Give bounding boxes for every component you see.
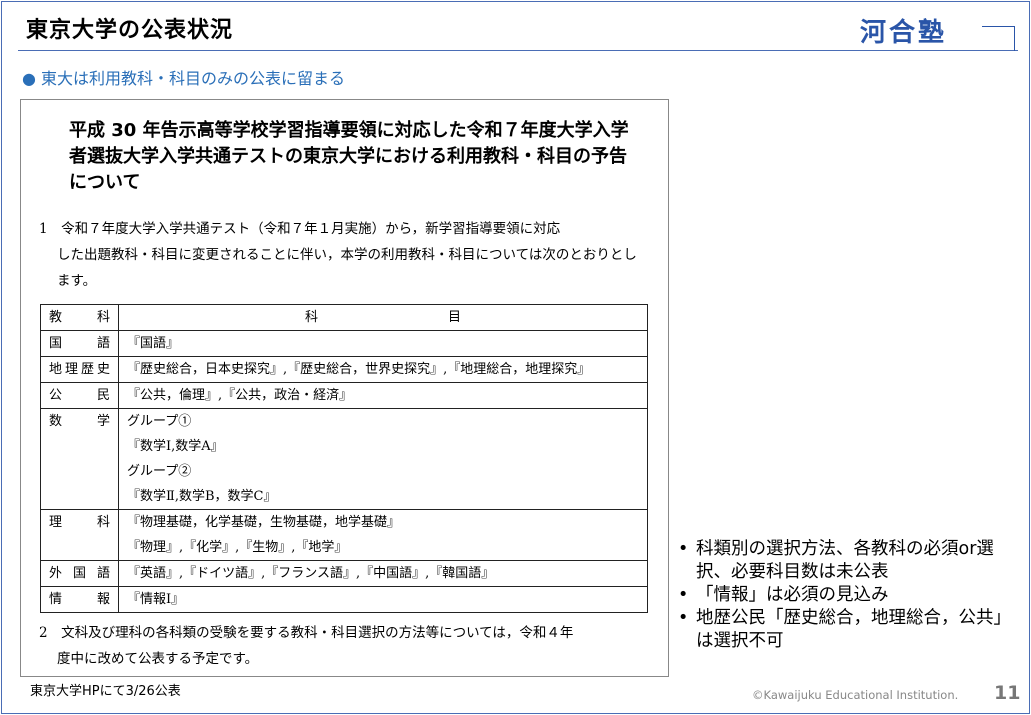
subject-cell: 数学: [40, 408, 119, 510]
note-item: 地歴公民「歴史総合，地理総合，公共」は選択不可: [676, 607, 1026, 653]
courses-cell: グループ① 『数学Ⅰ,数学A』 グループ② 『数学Ⅱ,数学B，数学C』: [118, 408, 648, 510]
copyright: ©Kawaijuku Educational Institution.: [752, 688, 959, 702]
courses-cell: 『情報Ⅰ』: [118, 586, 648, 613]
paragraph-1-head: 1 令和７年度大学入学共通テスト（令和７年１月実施）から，新学習指導要領に対応: [39, 221, 561, 237]
courses-cell: 『物理基礎，化学基礎，生物基礎，地学基礎』 『物理』,『化学』,『生物』,『地学』: [118, 509, 648, 561]
table-row: 数学 グループ① 『数学Ⅰ,数学A』 グループ② 『数学Ⅱ,数学B，数学C』: [40, 408, 648, 510]
subject-cell: 外国語: [40, 560, 119, 587]
document-title: 平成 30 年告示高等学校学習指導要領に対応した令和７年度大学入学者選抜大学入学…: [69, 120, 629, 193]
table-row: 理科 『物理基礎，化学基礎，生物基礎，地学基礎』 『物理』,『化学』,『生物』,『地…: [40, 509, 648, 561]
table-row: 情報 『情報Ⅰ』: [40, 586, 648, 613]
slide-subtitle: ● 東大は利用教科・科目のみの公表に留まる: [22, 69, 346, 88]
paragraph-2: 2 文科及び理科の各科類の受験を要する教科・科目選択の方法等については，令和４年…: [39, 620, 649, 672]
kawaijuku-logo: 河合塾: [860, 18, 948, 48]
subject-cell: 地理歴史: [40, 356, 119, 383]
course-line: 『物理基礎，化学基礎，生物基礎，地学基礎』: [127, 515, 401, 530]
note-item: 科類別の選択方法、各教科の必須or選択、必要科目数は未公表: [676, 538, 1026, 584]
table-row: 地理歴史 『歴史総合，日本史探究』,『歴史総合，世界史探究』,『地理総合，地理探究…: [40, 356, 648, 383]
courses-cell: 『公共，倫理』,『公共，政治・経済』: [118, 382, 648, 409]
paragraph-2-head: 2 文科及び理科の各科類の受験を要する教科・科目選択の方法等については，令和４年: [39, 625, 574, 641]
paragraph-1: 1 令和７年度大学入学共通テスト（令和７年１月実施）から，新学習指導要領に対応し…: [39, 216, 649, 294]
subject-cell: 国語: [40, 330, 119, 357]
courses-cell: 『英語』,『ドイツ語』,『フランス語』,『中国語』,『韓国語』: [118, 560, 648, 587]
document-image: 平成 30 年告示高等学校学習指導要領に対応した令和７年度大学入学者選抜大学入学…: [20, 99, 669, 677]
table-row: 外国語 『英語』,『ドイツ語』,『フランス語』,『中国語』,『韓国語』: [40, 560, 648, 587]
page-number: 11: [994, 682, 1021, 704]
subject-cell: 公民: [40, 382, 119, 409]
course-line: 『数学Ⅰ,数学A』: [127, 439, 224, 454]
paragraph-2-rest: 度中に改めて公表する予定です。: [57, 651, 259, 667]
course-line: グループ①: [127, 414, 192, 429]
logo-line: [982, 26, 1014, 27]
course-line: 『数学Ⅱ,数学B，数学C』: [127, 489, 277, 504]
logo-line-vertical: [1014, 26, 1015, 51]
table-header: 教 科科 目: [40, 304, 648, 331]
courses-cell: 『国語』: [118, 330, 648, 357]
table-row: 公民 『公共，倫理』,『公共，政治・経済』: [40, 382, 648, 409]
subject-cell: 情報: [40, 586, 119, 613]
course-line: 『物理』,『化学』,『生物』,『地学』: [127, 540, 348, 555]
header-cell: 科 目: [118, 304, 648, 331]
notes-list: 科類別の選択方法、各教科の必須or選択、必要科目数は未公表 「情報」は必須の見込…: [676, 538, 1026, 653]
subject-cell: 理科: [40, 509, 119, 561]
paragraph-1-rest: した出題教科・科目に変更されることに伴い，本学の利用教科・科目については次のとお…: [57, 247, 637, 289]
table-row: 国語 『国語』: [40, 330, 648, 357]
note-item: 「情報」は必須の見込み: [676, 584, 1026, 607]
courses-cell: 『歴史総合，日本史探究』,『歴史総合，世界史探究』,『地理総合，地理探究』: [118, 356, 648, 383]
slide-title: 東京大学の公表状況: [26, 18, 234, 43]
title-divider: [18, 50, 1018, 51]
header-cell: 教 科: [40, 304, 119, 331]
subjects-table: 教 科科 目 国語 『国語』 地理歴史 『歴史総合，日本史探究』,『歴史総合，世界史…: [40, 304, 648, 613]
source-note: 東京大学HPにて3/26公表: [30, 684, 181, 699]
course-line: グループ②: [127, 464, 192, 479]
